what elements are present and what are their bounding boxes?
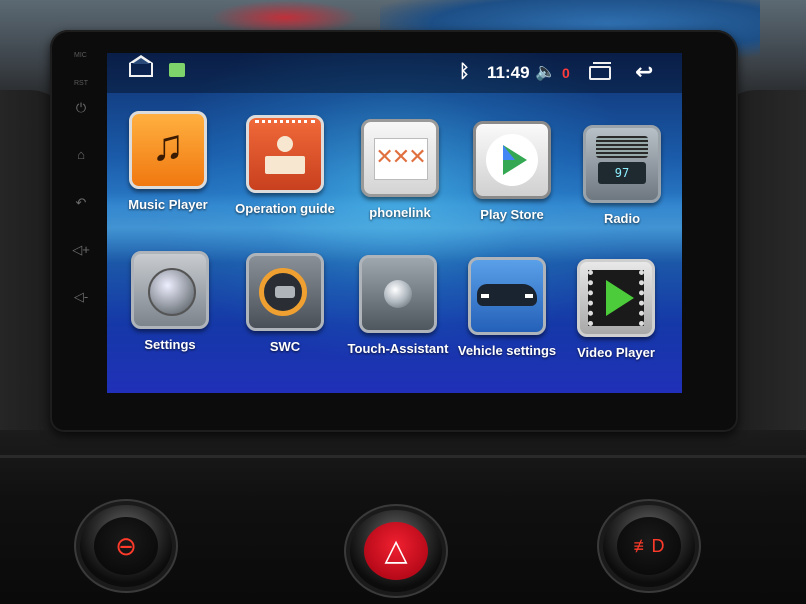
guide-icon: [246, 115, 324, 193]
music-icon: ♫: [129, 111, 207, 189]
app-vehicle-settings[interactable]: Vehicle settings: [448, 257, 566, 358]
home-icon[interactable]: [129, 55, 153, 77]
steering-wheel-icon: [246, 253, 324, 331]
launcher-house-icon[interactable]: [169, 63, 185, 77]
app-label: SWC: [269, 339, 301, 354]
recent-apps-icon[interactable]: [589, 62, 611, 80]
hazard-button[interactable]: △: [350, 510, 442, 592]
app-label: Radio: [603, 211, 641, 226]
phonelink-icon: ✕✕✕: [361, 119, 439, 197]
app-label: phonelink: [369, 205, 431, 220]
app-label: Video Player: [577, 345, 655, 360]
back-key-icon[interactable]: ↶: [70, 193, 92, 213]
android-screen: ᛒ 11:49 🔈 0 ↩ ♫ Music Player Operation g…: [107, 53, 682, 393]
video-icon: [577, 259, 655, 337]
app-play-store[interactable]: Play Store: [453, 121, 571, 222]
radio-display-digits: 97: [598, 162, 646, 184]
volume-down-key[interactable]: ◁-: [70, 287, 92, 307]
app-operation-guide[interactable]: Operation guide: [226, 115, 344, 216]
play-store-icon: [473, 121, 551, 199]
back-icon[interactable]: ↩: [635, 59, 653, 85]
home-key-icon[interactable]: ⌂: [70, 145, 92, 165]
app-label: Settings: [144, 337, 196, 352]
app-settings[interactable]: Settings: [111, 251, 229, 352]
radio-icon: 97: [583, 125, 661, 203]
power-key-icon[interactable]: ⏻: [70, 98, 92, 118]
rst-label: RST: [74, 80, 88, 87]
dashboard-trim: [0, 455, 806, 458]
volume-up-key[interactable]: ◁+: [70, 240, 92, 260]
hazard-triangle-icon: △: [364, 522, 428, 580]
app-label: Operation guide: [235, 201, 335, 216]
volume-icon[interactable]: 🔈: [535, 62, 556, 82]
app-phonelink[interactable]: ✕✕✕ phonelink: [341, 119, 459, 220]
volume-level: 0: [562, 65, 570, 81]
app-label: Play Store: [480, 207, 544, 222]
settings-icon: [131, 251, 209, 329]
fog-light-icon: ≢D: [617, 517, 681, 575]
status-bar: ᛒ 11:49 🔈 0 ↩: [107, 53, 682, 93]
clock-time: 11:49: [487, 63, 530, 82]
bluetooth-icon: ᛒ: [459, 61, 470, 81]
steering-wheel-icon: ⊖: [94, 517, 158, 575]
app-radio[interactable]: 97 Radio: [563, 125, 681, 226]
steering-assist-button[interactable]: ⊖: [80, 505, 172, 587]
fog-light-button[interactable]: ≢D: [603, 505, 695, 587]
app-touch-assistant[interactable]: Touch-Assistant: [339, 255, 457, 356]
app-label: Music Player: [128, 197, 208, 212]
app-label: Vehicle settings: [457, 343, 557, 358]
mic-label: MIC: [74, 52, 87, 59]
app-label: Touch-Assistant: [347, 341, 449, 356]
touch-assistant-icon: [359, 255, 437, 333]
car-icon: [468, 257, 546, 335]
app-music-player[interactable]: ♫ Music Player: [109, 111, 227, 212]
app-video-player[interactable]: Video Player: [557, 259, 675, 360]
app-swc[interactable]: SWC: [226, 253, 344, 354]
